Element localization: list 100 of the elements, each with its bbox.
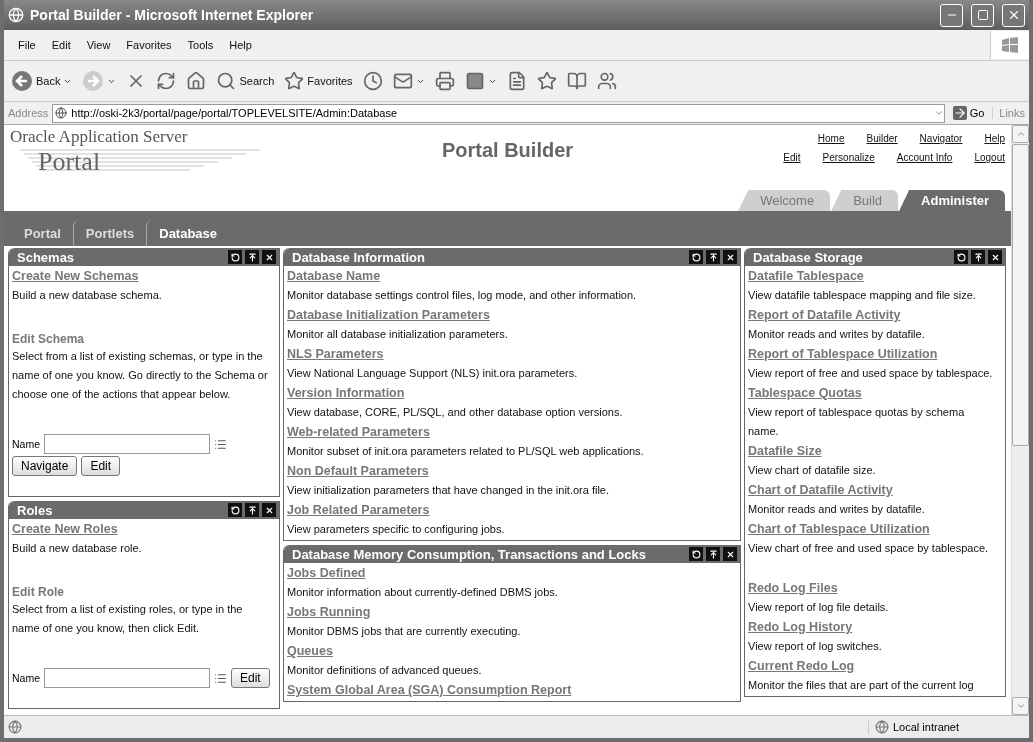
toolbar-button[interactable]: Back	[8, 68, 76, 94]
arrow-up-icon	[708, 252, 718, 262]
header-link[interactable]: Logout	[974, 152, 1005, 163]
name-field[interactable]	[44, 668, 210, 688]
header-link[interactable]: Home	[817, 133, 845, 144]
go-button[interactable]: Go	[948, 106, 989, 120]
portlet-link[interactable]: Redo Log History	[748, 617, 853, 637]
portlet-link[interactable]: Non Default Parameters	[287, 461, 429, 481]
link-description: View chart of free and used space by tablespace.	[748, 541, 990, 556]
list-icon[interactable]	[214, 671, 227, 685]
form-button[interactable]: Edit	[231, 668, 270, 688]
close-button[interactable]	[262, 503, 276, 517]
portlet-link[interactable]: Datafile Tablespace	[748, 266, 864, 286]
sub-tab[interactable]: Portal	[12, 220, 73, 246]
menu-item[interactable]: Tools	[179, 39, 222, 51]
portlet-link[interactable]: Current Redo Log	[748, 656, 855, 676]
flag-icon	[1001, 37, 1019, 53]
close-button[interactable]	[262, 250, 276, 264]
main-tab[interactable]: Administer	[899, 190, 1005, 211]
refresh-button[interactable]	[228, 503, 242, 517]
portlet-title: Database Memory Consumption, Transactions and Locks	[292, 546, 647, 562]
portlet-link[interactable]: Web-related Parameters	[287, 422, 430, 442]
header-link[interactable]: Builder	[866, 133, 898, 144]
form-button[interactable]: Navigate	[12, 456, 78, 476]
close-icon	[725, 549, 735, 559]
portlet-link[interactable]: Create New Schemas	[12, 266, 139, 286]
logo-text: Portal	[37, 147, 101, 176]
refresh-icon	[691, 252, 701, 262]
section-heading: Edit Role	[12, 584, 65, 600]
link-description: Monitor subset of init.ora parameters related to PL/SQL web applications.	[287, 444, 645, 459]
close-icon	[264, 505, 274, 515]
header-link[interactable]: Help	[984, 133, 1005, 144]
toolbar-button[interactable]: Favorites	[281, 69, 356, 93]
network-icon	[875, 720, 889, 734]
refresh-button[interactable]	[689, 250, 703, 264]
portlet-link[interactable]: Chart of Tablespace Utilization	[748, 519, 930, 539]
portlet-link[interactable]: Report of Tablespace Utilization	[748, 344, 938, 364]
move-top-button[interactable]	[971, 250, 985, 264]
move-top-button[interactable]	[706, 547, 720, 561]
portlet-link[interactable]: Report of Datafile Activity	[748, 305, 901, 325]
link-description: View report of free and used space by tablespace.	[748, 366, 994, 381]
portlet-link[interactable]: Version Information	[287, 383, 405, 403]
portlet-link[interactable]: Tablespace Quotas	[748, 383, 862, 403]
menu-item[interactable]: Edit	[43, 39, 79, 51]
maximize-button[interactable]	[971, 3, 994, 27]
portlet-link[interactable]: NLS Parameters	[287, 344, 384, 364]
portlet-link[interactable]: System Global Area (SGA) Consumption Report	[287, 680, 572, 700]
section-heading: Edit Schema	[12, 331, 86, 347]
portlet-link[interactable]: Redo Log Files	[748, 558, 838, 598]
portlet-link[interactable]: Queues	[287, 641, 333, 661]
header-link[interactable]: Account Info	[896, 152, 953, 163]
links-label[interactable]: Links	[992, 107, 1025, 119]
address-field[interactable]: http://oski-2k3/portal/page/portal/TOPLEVELSITE/Admin:Database	[52, 103, 945, 123]
minimize-button[interactable]	[940, 3, 963, 27]
menu-item[interactable]: Help	[221, 39, 260, 51]
menu-item[interactable]: View	[78, 39, 119, 51]
portlet-title: Roles	[17, 502, 54, 518]
move-top-button[interactable]	[245, 250, 259, 264]
refresh-button[interactable]	[689, 547, 703, 561]
zone-label: Local intranet	[868, 720, 1025, 734]
portlet-link[interactable]: Jobs Running	[287, 602, 371, 622]
header-link[interactable]: Edit	[783, 152, 801, 163]
main-tab[interactable]: Welcome	[738, 190, 831, 211]
link-description: Monitor definitions of advanced queues.	[287, 663, 483, 678]
close-button[interactable]	[988, 250, 1002, 264]
move-top-button[interactable]	[245, 503, 259, 517]
printer-icon	[434, 71, 455, 91]
close-button[interactable]	[723, 250, 737, 264]
menu-item[interactable]: Favorites	[118, 39, 180, 51]
name-field[interactable]	[44, 434, 210, 454]
scrollbar[interactable]	[1011, 125, 1029, 715]
close-button[interactable]	[723, 547, 737, 561]
address-label: Address	[8, 107, 49, 119]
people-icon	[596, 71, 617, 91]
portlet-link[interactable]: Database Name	[287, 266, 381, 286]
refresh-button[interactable]	[954, 250, 968, 264]
close-icon	[264, 252, 274, 262]
link-description: View parameters specific to configuring jobs.	[287, 522, 506, 537]
field-label: Name	[12, 672, 40, 684]
form-button[interactable]: Edit	[81, 456, 121, 476]
toolbar-button[interactable]: Search	[213, 69, 278, 93]
book-icon	[566, 71, 587, 91]
portlet-link[interactable]: Job Related Parameters	[287, 500, 430, 520]
main-tab[interactable]: Build	[831, 190, 899, 211]
header-link[interactable]: Navigator	[919, 133, 963, 144]
portlet-link[interactable]: Datafile Size	[748, 441, 822, 461]
menu-item[interactable]: File	[10, 39, 44, 51]
link-description: View report of tablespace quotas by schema name.	[748, 405, 966, 439]
list-icon[interactable]	[214, 437, 227, 451]
portlet-link[interactable]: Chart of Datafile Activity	[748, 480, 893, 500]
portlet-link[interactable]: Database Initialization Parameters	[287, 305, 490, 325]
square-icon	[464, 71, 485, 91]
portlet-link[interactable]: Create New Roles	[12, 519, 118, 539]
close-window-button[interactable]	[1002, 3, 1025, 27]
refresh-button[interactable]	[228, 250, 242, 264]
portlet-link[interactable]: Jobs Defined	[287, 563, 366, 583]
move-top-button[interactable]	[706, 250, 720, 264]
header-link[interactable]: Personalize	[822, 152, 875, 163]
scroll-thumb[interactable]	[1012, 144, 1029, 446]
star-icon	[284, 71, 305, 91]
